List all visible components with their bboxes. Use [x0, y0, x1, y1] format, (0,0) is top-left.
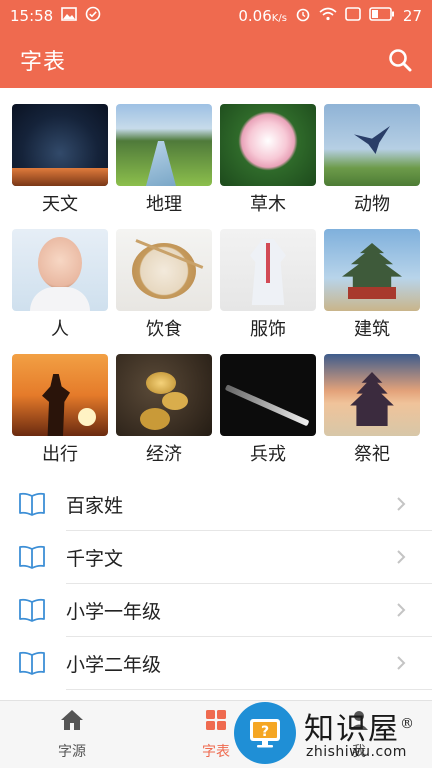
list-item-label: 小学二年级 [66, 654, 162, 676]
category-tile-ren[interactable]: 人 [12, 229, 108, 354]
watermark: ? 知识屋® zhishiwu.com [234, 700, 432, 768]
dumplings-image [116, 229, 212, 311]
category-label: 兵戎 [250, 444, 286, 465]
check-circle-icon [85, 6, 101, 26]
watermark-title: 知识屋® [304, 712, 416, 747]
category-label: 饮食 [146, 319, 182, 340]
nav-label: 字源 [58, 744, 86, 760]
pagoda-tower-image [324, 229, 420, 311]
category-tile-bingrong[interactable]: 兵戎 [220, 354, 316, 479]
category-label: 人 [51, 319, 69, 340]
list-item-label: 百家姓 [66, 495, 124, 517]
horse-rider-sunset-image [12, 354, 108, 436]
watermark-site: zhishiwu.com [306, 744, 407, 760]
category-grid: 天文 地理 草木 动物 人 饮食 服饰 建筑 出行 经济 兵戎 祭祀 [12, 104, 420, 479]
book-icon [18, 598, 46, 622]
nav-item-ziyuan[interactable]: 字源 [27, 709, 117, 761]
list-item-grade-1[interactable]: 小学一年级 [0, 584, 432, 637]
category-tile-caomu[interactable]: 草木 [220, 104, 316, 229]
word-list: 百家姓 千字文 小学一年级 小学二年级 [0, 478, 432, 690]
category-label: 天文 [42, 194, 78, 215]
category-tile-yinshi[interactable]: 饮食 [116, 229, 212, 354]
category-label: 服饰 [250, 319, 286, 340]
battery-icon [369, 7, 395, 25]
list-item-qianziwen[interactable]: 千字文 [0, 531, 432, 584]
temple-of-heaven-image [324, 354, 420, 436]
nav-label: 字表 [202, 744, 230, 760]
status-time: 15:58 [10, 7, 54, 25]
category-label: 草木 [250, 194, 286, 215]
category-tile-jianzhu[interactable]: 建筑 [324, 229, 420, 354]
alarm-icon [295, 6, 311, 26]
category-tile-tianwen[interactable]: 天文 [12, 104, 108, 229]
star-trails-image [12, 104, 108, 186]
category-tile-fushi[interactable]: 服饰 [220, 229, 316, 354]
divider [66, 689, 432, 690]
book-icon [18, 651, 46, 675]
network-speed: 0.06K/s [238, 7, 287, 25]
chevron-right-icon [396, 549, 406, 565]
hanfu-robe-image [220, 229, 316, 311]
watermark-logo-icon: ? [234, 702, 296, 764]
battery-level: 27 [402, 7, 422, 25]
dahlia-flower-image [220, 104, 316, 186]
home-icon [60, 709, 84, 735]
category-label: 地理 [146, 194, 182, 215]
baby-image [12, 229, 108, 311]
page-title: 字表 [20, 50, 67, 75]
search-icon[interactable] [386, 46, 414, 74]
valley-river-image [116, 104, 212, 186]
chevron-right-icon [396, 602, 406, 618]
status-bar: 15:58 0.06K/s 27 [0, 0, 432, 32]
swallow-bird-image [324, 104, 420, 186]
gold-ingots-image [116, 354, 212, 436]
sim-icon [345, 7, 361, 25]
list-item-baijiaxing[interactable]: 百家姓 [0, 478, 432, 531]
book-icon [18, 545, 46, 569]
category-label: 祭祀 [354, 444, 390, 465]
category-tile-jingji[interactable]: 经济 [116, 354, 212, 479]
app-bar: 字表 [0, 32, 432, 88]
category-label: 出行 [42, 444, 78, 465]
wifi-icon [319, 7, 337, 25]
category-label: 动物 [354, 194, 390, 215]
svg-text:?: ? [261, 724, 269, 740]
category-tile-dongwu[interactable]: 动物 [324, 104, 420, 229]
category-tile-dili[interactable]: 地理 [116, 104, 212, 229]
category-tile-jisi[interactable]: 祭祀 [324, 354, 420, 479]
list-item-label: 千字文 [66, 548, 124, 570]
category-label: 经济 [146, 444, 182, 465]
image-icon [61, 7, 78, 25]
sword-image [220, 354, 316, 436]
chevron-right-icon [396, 655, 406, 671]
list-item-grade-2[interactable]: 小学二年级 [0, 637, 432, 690]
list-item-label: 小学一年级 [66, 601, 162, 623]
grid-icon [205, 709, 227, 735]
book-icon [18, 492, 46, 516]
category-tile-chuxing[interactable]: 出行 [12, 354, 108, 479]
category-label: 建筑 [354, 319, 390, 340]
chevron-right-icon [396, 496, 406, 512]
